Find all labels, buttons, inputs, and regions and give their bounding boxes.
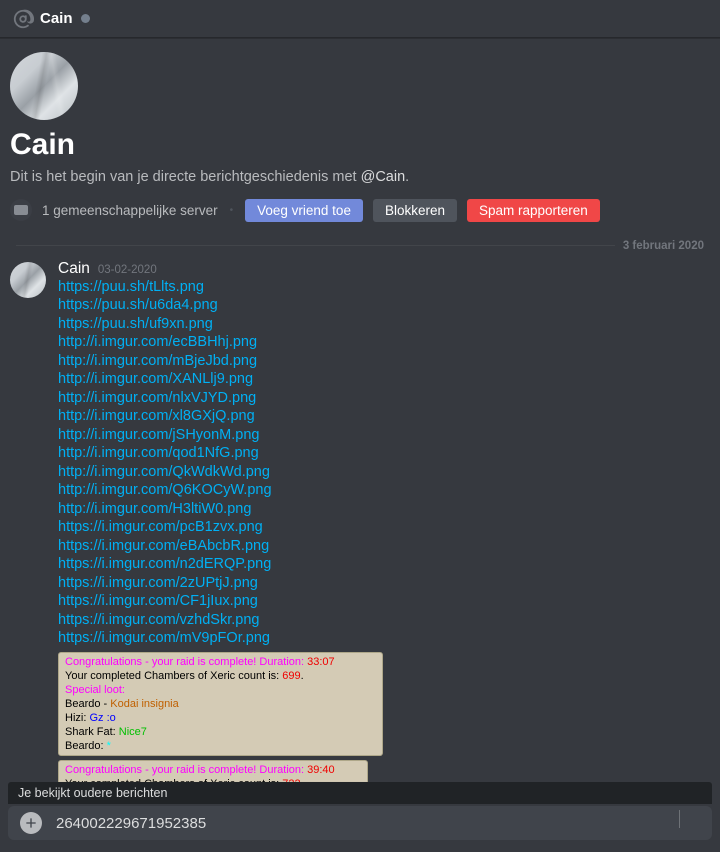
message-link-line: http://i.imgur.com/mBjeJbd.png (58, 352, 710, 371)
block-button[interactable]: Blokkeren (373, 199, 457, 222)
chat-msg: Gz :o (89, 712, 115, 724)
message-link[interactable]: http://i.imgur.com/jSHyonM.png (58, 427, 259, 443)
message-link-line: http://i.imgur.com/xl8GXjQ.png (58, 407, 710, 426)
chat-msg: * (107, 740, 111, 752)
message-link[interactable]: https://puu.sh/u6da4.png (58, 297, 218, 313)
intro-prefix: Dit is het begin van je directe berichtg… (10, 169, 361, 185)
message-link-line: http://i.imgur.com/Q6KOCyW.png (58, 481, 710, 500)
message-link-line: https://i.imgur.com/CF1jIux.png (58, 592, 710, 611)
text-caret (679, 810, 680, 828)
message-link-line: https://i.imgur.com/eBAbcbR.png (58, 537, 710, 556)
message-link-line: http://i.imgur.com/qod1NfG.png (58, 444, 710, 463)
raid-congrats: Congratulations - your raid is complete!… (65, 764, 307, 776)
message-link[interactable]: https://i.imgur.com/2zUPtjJ.png (58, 575, 258, 591)
message-link[interactable]: http://i.imgur.com/ecBBHhj.png (58, 334, 257, 350)
loot-item: Kodai insignia (110, 698, 179, 710)
embed-image-1[interactable]: Congratulations - your raid is complete!… (58, 652, 383, 756)
message: Cain 03-02-2020 https://puu.sh/tLlts.png… (0, 256, 720, 783)
message-link[interactable]: https://puu.sh/tLlts.png (58, 279, 204, 295)
message-link-line: http://i.imgur.com/nlxVJYD.png (58, 389, 710, 408)
message-link[interactable]: http://i.imgur.com/Q6KOCyW.png (58, 482, 272, 498)
message-input-container: 264002229671952385 (8, 806, 712, 840)
chat-player: Hizi: (65, 712, 89, 724)
mutual-servers-text[interactable]: 1 gemeenschappelijke server (42, 203, 218, 218)
at-icon (12, 8, 34, 30)
message-header: Cain 03-02-2020 (58, 260, 710, 278)
message-link[interactable]: http://i.imgur.com/nlxVJYD.png (58, 390, 256, 406)
message-link-line: https://i.imgur.com/pcB1zvx.png (58, 518, 710, 537)
add-friend-button[interactable]: Voeg vriend toe (245, 199, 363, 222)
divider-date: 3 februari 2020 (615, 240, 704, 252)
message-link-line: http://i.imgur.com/ecBBHhj.png (58, 333, 710, 352)
dm-profile-block: Cain Dit is het begin van je directe ber… (0, 38, 720, 232)
message-link[interactable]: http://i.imgur.com/H3ltiW0.png (58, 501, 251, 517)
message-timestamp: 03-02-2020 (98, 264, 157, 276)
chat-msg: Nice7 (119, 726, 147, 738)
profile-name: Cain (10, 128, 710, 163)
message-link[interactable]: https://i.imgur.com/vzhdSkr.png (58, 612, 259, 628)
message-link[interactable]: https://i.imgur.com/n2dERQP.png (58, 556, 271, 572)
message-link[interactable]: https://i.imgur.com/pcB1zvx.png (58, 519, 263, 535)
message-link-line: https://puu.sh/tLlts.png (58, 278, 710, 297)
message-link-line: http://i.imgur.com/jSHyonM.png (58, 426, 710, 445)
embed-image-2[interactable]: Congratulations - your raid is complete!… (58, 760, 368, 783)
attach-button[interactable] (20, 812, 42, 834)
special-loot: Special loot: (65, 684, 125, 696)
message-link[interactable]: http://i.imgur.com/qod1NfG.png (58, 445, 259, 461)
date-divider: 3 februari 2020 (16, 240, 704, 252)
message-link[interactable]: https://i.imgur.com/CF1jIux.png (58, 593, 258, 609)
message-link-line: https://i.imgur.com/mV9pFOr.png (58, 629, 710, 648)
message-link-line: https://i.imgur.com/vzhdSkr.png (58, 611, 710, 630)
raid-duration: 33:07 (307, 656, 335, 668)
chat-player: Beardo: (65, 740, 107, 752)
message-author[interactable]: Cain (58, 260, 90, 278)
raid-count-label: Your completed Chambers of Xeric count i… (65, 670, 282, 682)
dm-header: Cain (0, 0, 720, 38)
intro-mention: @Cain (361, 169, 406, 185)
mutual-server-icon[interactable] (10, 199, 32, 221)
message-link[interactable]: http://i.imgur.com/QkWdkWd.png (58, 464, 270, 480)
message-link-line: https://i.imgur.com/n2dERQP.png (58, 555, 710, 574)
message-link[interactable]: http://i.imgur.com/xl8GXjQ.png (58, 408, 255, 424)
message-link-line: https://puu.sh/u6da4.png (58, 296, 710, 315)
raid-duration: 39:40 (307, 764, 335, 776)
raid-count: 699 (282, 670, 300, 682)
header-username[interactable]: Cain (40, 10, 73, 27)
message-link-line: http://i.imgur.com/QkWdkWd.png (58, 463, 710, 482)
avatar-small[interactable] (10, 262, 46, 298)
intro-suffix: . (405, 169, 409, 185)
messages-area: Cain Dit is het begin van je directe ber… (0, 38, 720, 782)
message-link-line: https://i.imgur.com/2zUPtjJ.png (58, 574, 710, 593)
mutual-actions-row: 1 gemeenschappelijke server • Voeg vrien… (10, 199, 710, 222)
message-link-line: http://i.imgur.com/XANLlj9.png (58, 370, 710, 389)
status-offline-icon (81, 14, 90, 23)
message-link[interactable]: https://puu.sh/uf9xn.png (58, 316, 213, 332)
message-link-line: https://puu.sh/uf9xn.png (58, 315, 710, 334)
viewing-old-messages-bar[interactable]: Je bekijkt oudere berichten (8, 782, 712, 804)
chat-player: Shark Fat: (65, 726, 119, 738)
message-input[interactable]: 264002229671952385 (56, 815, 700, 832)
intro-text: Dit is het begin van je directe berichtg… (10, 169, 710, 185)
message-link[interactable]: https://i.imgur.com/eBAbcbR.png (58, 538, 269, 554)
raid-congrats: Congratulations - your raid is complete!… (65, 656, 307, 668)
loot-player: Beardo - (65, 698, 110, 710)
separator-dot: • (230, 205, 234, 216)
message-link[interactable]: http://i.imgur.com/XANLlj9.png (58, 371, 253, 387)
message-body: Cain 03-02-2020 https://puu.sh/tLlts.png… (58, 260, 710, 783)
report-spam-button[interactable]: Spam rapporteren (467, 199, 600, 222)
message-link-line: http://i.imgur.com/H3ltiW0.png (58, 500, 710, 519)
avatar-large[interactable] (10, 52, 78, 120)
message-link[interactable]: http://i.imgur.com/mBjeJbd.png (58, 353, 257, 369)
message-link[interactable]: https://i.imgur.com/mV9pFOr.png (58, 630, 270, 646)
